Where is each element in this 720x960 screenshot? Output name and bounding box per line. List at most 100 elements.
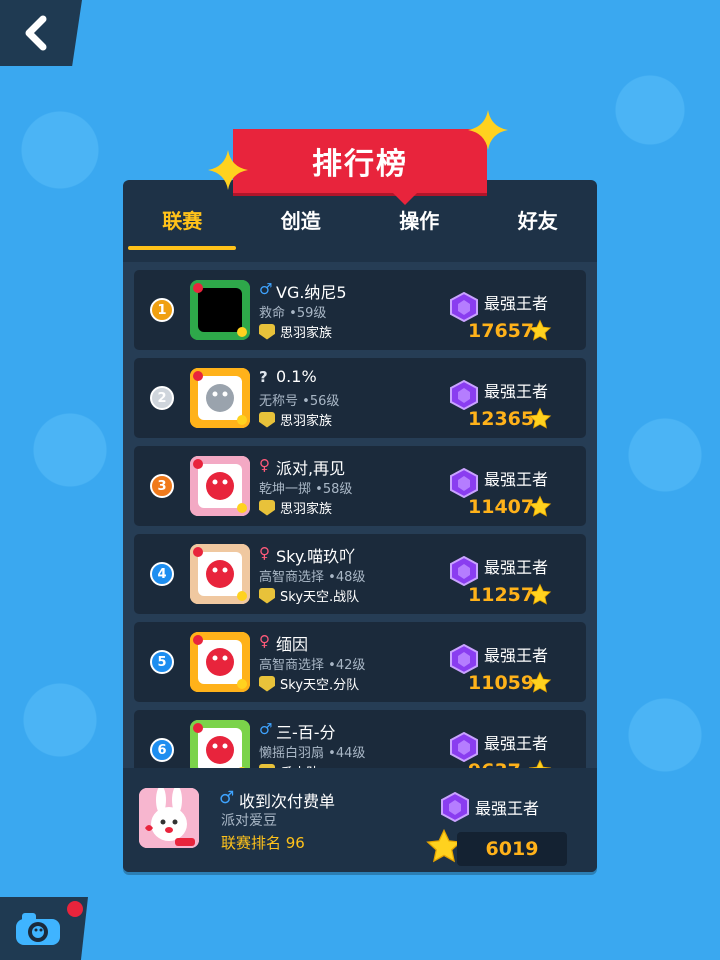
clan-icon — [259, 499, 275, 516]
leaderboard-row[interactable]: 1 ♂ VG.纳尼5 救命 •59级 思羽家族 最强王者 17657 — [134, 270, 586, 350]
clan-name: Sky天空.分队 — [280, 678, 360, 693]
player-name: 三-百-分 — [276, 723, 336, 742]
gender-icon: ? — [259, 368, 268, 386]
player-title: 懒摇白羽扇 — [259, 746, 325, 761]
player-title-level: 无称号 •56级 — [259, 390, 339, 409]
leaderboard-row[interactable]: 6 ♂ 三-百-分 懒摇白羽扇 •44级 瓜小队 最强王者 9637 — [134, 710, 586, 768]
leaderboard-row[interactable]: 2 ? 0.1% 无称号 •56级 思羽家族 最强王者 12365 — [134, 358, 586, 438]
clan-info: 思羽家族 — [259, 498, 332, 517]
purple-gem-icon — [450, 292, 478, 322]
player-title: 高智商选择 — [259, 570, 325, 585]
chevron-left-icon — [25, 15, 47, 51]
rank-badge: 6 — [150, 738, 174, 762]
player-avatar[interactable] — [190, 280, 250, 340]
purple-gem-icon — [441, 792, 469, 822]
star-icon — [528, 671, 552, 693]
player-name: 0.1% — [276, 367, 317, 386]
rank-badge: 2 — [150, 386, 174, 410]
my-score: 6019 — [457, 832, 567, 866]
my-gender-icon: ♂ — [219, 788, 235, 808]
player-title: 救命 — [259, 306, 286, 321]
leaderboard-list[interactable]: 1 ♂ VG.纳尼5 救命 •59级 思羽家族 最强王者 17657 2 ? 0… — [123, 262, 597, 768]
clan-icon — [259, 587, 275, 604]
page-title: 排行榜 — [233, 129, 487, 205]
my-tier-label: 最强王者 — [475, 799, 540, 818]
my-avatar[interactable] — [139, 788, 199, 848]
clan-icon — [259, 323, 275, 340]
rank-badge: 5 — [150, 650, 174, 674]
player-title: 高智商选择 — [259, 658, 325, 673]
player-avatar[interactable] — [190, 368, 250, 428]
tier-label: 最强王者 — [484, 294, 549, 313]
player-level: •56级 — [302, 394, 340, 409]
leaderboard-row[interactable]: 4 ♀ Sky.喵玖吖 高智商选择 •48级 Sky天空.战队 最强王者 112… — [134, 534, 586, 614]
leaderboard-row[interactable]: 5 ♀ 缅因 高智商选择 •42级 Sky天空.分队 最强王者 11059 — [134, 622, 586, 702]
player-level: •44级 — [328, 746, 366, 761]
clan-name: 思羽家族 — [280, 414, 333, 429]
player-level: •59级 — [289, 306, 327, 321]
my-league-rank: 联赛排名 96 — [221, 834, 305, 852]
player-title-level: 救命 •59级 — [259, 302, 326, 321]
player-title-level: 乾坤一掷 •58级 — [259, 478, 352, 497]
sparkle-icon — [208, 150, 248, 190]
player-score: 11407 — [468, 496, 535, 518]
player-level: •48级 — [328, 570, 366, 585]
player-score: 9637 — [468, 760, 521, 768]
gender-icon: ♀ — [259, 456, 270, 474]
clan-icon — [259, 411, 275, 428]
player-avatar[interactable] — [190, 720, 250, 768]
clan-icon — [259, 675, 275, 692]
gender-icon: ♀ — [259, 632, 270, 650]
star-icon — [528, 583, 552, 605]
tab-league[interactable]: 联赛 — [128, 196, 237, 250]
player-name: VG.纳尼5 — [276, 283, 347, 302]
rank-badge: 4 — [150, 562, 174, 586]
clan-info: 思羽家族 — [259, 410, 332, 429]
tab-operation[interactable]: 操作 — [365, 196, 473, 246]
tab-create[interactable]: 创造 — [247, 196, 355, 246]
clan-info: Sky天空.战队 — [259, 586, 359, 605]
purple-gem-icon — [450, 468, 478, 498]
leaderboard-panel: 联赛 创造 操作 好友 1 ♂ VG.纳尼5 救命 •59级 思羽家族 最强王者… — [123, 180, 597, 872]
leaderboard-row[interactable]: 3 ♀ 派对,再见 乾坤一掷 •58级 思羽家族 最强王者 11407 — [134, 446, 586, 526]
player-score: 11059 — [468, 672, 535, 694]
star-icon — [528, 319, 552, 341]
player-score: 11257 — [468, 584, 535, 606]
player-name: 派对,再见 — [276, 459, 346, 478]
player-avatar[interactable] — [190, 544, 250, 604]
sparkle-icon — [468, 110, 508, 150]
player-avatar[interactable] — [190, 456, 250, 516]
player-level: •42级 — [328, 658, 366, 673]
clan-name: Sky天空.战队 — [280, 590, 360, 605]
rank-badge: 1 — [150, 298, 174, 322]
clan-info: 思羽家族 — [259, 322, 332, 341]
my-title: 派对爱豆 — [221, 813, 277, 829]
notification-dot — [67, 901, 83, 917]
camera-icon — [16, 913, 60, 945]
player-level: •58级 — [315, 482, 353, 497]
player-title-level: 懒摇白羽扇 •44级 — [259, 742, 365, 761]
player-title-level: 高智商选择 •42级 — [259, 654, 365, 673]
clan-name: 思羽家族 — [280, 502, 333, 517]
back-button[interactable] — [0, 0, 82, 66]
tier-label: 最强王者 — [484, 470, 549, 489]
player-title: 乾坤一掷 — [259, 482, 312, 497]
player-name: 缅因 — [276, 635, 309, 654]
player-title-level: 高智商选择 •48级 — [259, 566, 365, 585]
tier-label: 最强王者 — [484, 558, 549, 577]
star-icon — [528, 495, 552, 517]
my-player-name: 收到次付费单 — [239, 792, 336, 811]
tier-label: 最强王者 — [484, 646, 549, 665]
clan-info: Sky天空.分队 — [259, 674, 359, 693]
tier-label: 最强王者 — [484, 382, 549, 401]
player-avatar[interactable] — [190, 632, 250, 692]
purple-gem-icon — [450, 556, 478, 586]
tab-friends[interactable]: 好友 — [484, 196, 592, 246]
my-rank-card: ♂ 收到次付费单 派对爱豆 联赛排名 96 最强王者 6019 — [123, 768, 597, 872]
player-score: 17657 — [468, 320, 535, 342]
star-icon — [528, 407, 552, 429]
purple-gem-icon — [450, 732, 478, 762]
tier-label: 最强王者 — [484, 734, 549, 753]
star-icon — [528, 759, 552, 768]
purple-gem-icon — [450, 380, 478, 410]
